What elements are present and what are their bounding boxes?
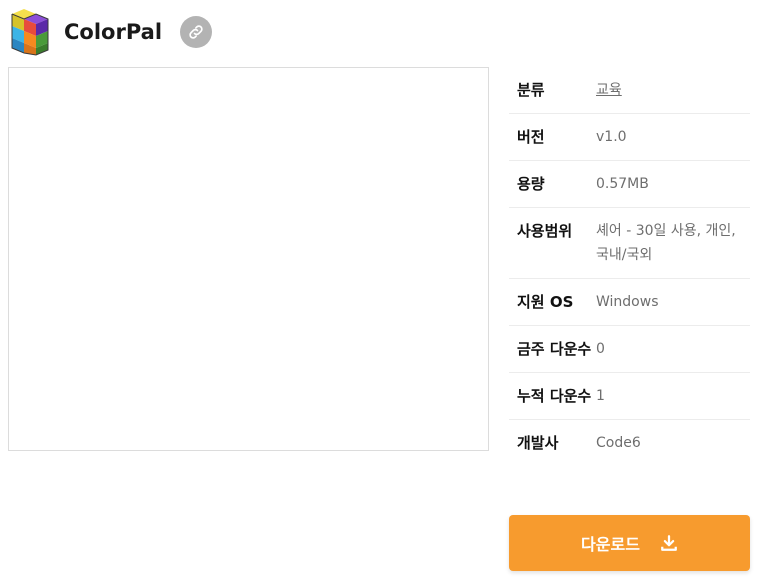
link-icon	[189, 25, 203, 39]
info-label: 누적 다운수	[517, 387, 592, 405]
info-label: 용량	[517, 175, 545, 193]
app-title: ColorPal	[64, 20, 163, 44]
colored-cubes-icon	[11, 9, 49, 56]
info-value: 0.57MB	[596, 176, 649, 192]
info-row-category: 분류 교육	[509, 67, 750, 114]
info-value: 1	[596, 388, 605, 404]
info-label: 사용범위	[517, 222, 573, 240]
info-row-developer: 개발사 Code6	[509, 420, 750, 467]
app-screenshot-area	[8, 67, 489, 451]
app-info-table: 분류 교육 버전 v1.0 용량 0.57MB 사용범위 셰어 - 30일 사용…	[509, 67, 750, 467]
download-icon	[661, 535, 677, 551]
category-link[interactable]: 교육	[596, 82, 622, 98]
info-value: 셰어 - 30일 사용, 개인, 국내/국외	[596, 223, 736, 263]
info-row-weekly-downloads: 금주 다운수 0	[509, 326, 750, 373]
info-label: 금주 다운수	[517, 340, 592, 358]
info-value: 0	[596, 341, 605, 357]
info-label: 분류	[517, 81, 545, 99]
info-row-total-downloads: 누적 다운수 1	[509, 373, 750, 420]
info-row-license: 사용범위 셰어 - 30일 사용, 개인, 국내/국외	[509, 208, 750, 279]
link-button[interactable]	[180, 16, 213, 48]
info-row-size: 용량 0.57MB	[509, 161, 750, 208]
info-value: Code6	[596, 435, 641, 451]
info-value: Windows	[596, 294, 659, 310]
info-value: 교육	[596, 78, 750, 102]
info-row-os: 지원 OS Windows	[509, 279, 750, 326]
info-label: 버전	[517, 128, 545, 146]
download-button[interactable]: 다운로드	[509, 515, 750, 571]
info-value: v1.0	[596, 129, 627, 145]
download-label: 다운로드	[581, 535, 640, 554]
app-header: ColorPal	[10, 6, 213, 58]
info-label: 개발사	[517, 434, 559, 452]
info-label: 지원 OS	[517, 293, 574, 311]
info-row-version: 버전 v1.0	[509, 114, 750, 161]
